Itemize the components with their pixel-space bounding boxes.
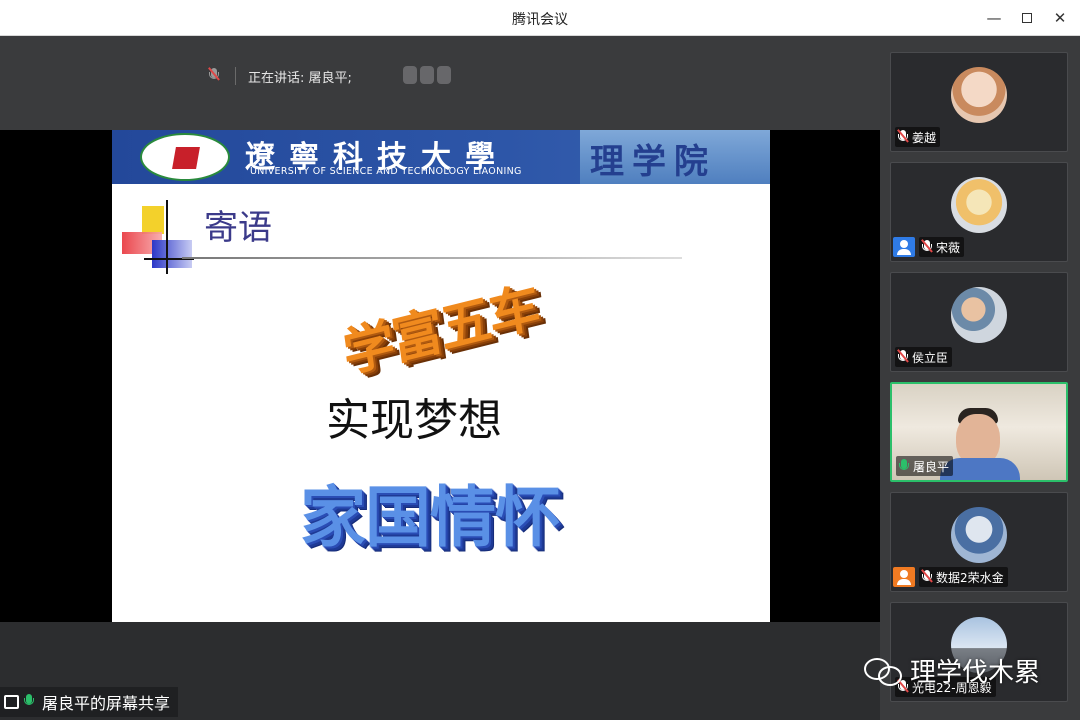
mic-muted-icon xyxy=(921,239,933,255)
close-button[interactable]: ✕ xyxy=(1048,6,1072,30)
mic-active-icon xyxy=(23,693,37,711)
screen-share-icon xyxy=(4,695,19,709)
avatar xyxy=(951,507,1007,563)
divider xyxy=(235,67,236,85)
share-label-bar: 屠良平的屏幕共享 xyxy=(0,687,179,717)
maximize-button[interactable] xyxy=(1015,6,1039,30)
top-strip: 正在讲话: 屠良平; xyxy=(0,36,880,130)
mic-active-icon xyxy=(898,458,910,474)
speaking-indicator: 正在讲话: 屠良平; xyxy=(205,64,352,88)
mic-muted-icon xyxy=(897,349,909,365)
wordart-line-1: 学富五车 xyxy=(339,276,543,386)
university-seal-logo xyxy=(140,133,230,181)
wechat-watermark: 理学伐木累 xyxy=(862,652,1040,689)
participant-nameplate: 屠良平 xyxy=(896,456,954,476)
decorative-squares xyxy=(120,200,200,280)
participant-tile[interactable]: 姜越 xyxy=(890,52,1068,152)
participant-panel: 姜越 宋薇 侯立臣 屠良平 数据2荣水金 光电22-周恩毅 xyxy=(880,36,1080,720)
watermark-text: 理学伐木累 xyxy=(910,658,1041,688)
participant-name: 侯立臣 xyxy=(912,350,949,365)
university-banner: 遼寧科技大學 UNIVERSITY OF SCIENCE AND TECHNOL… xyxy=(112,130,770,184)
slide-line-2: 实现梦想 xyxy=(326,395,502,446)
mic-muted-icon xyxy=(921,569,933,585)
participant-nameplate: 侯立臣 xyxy=(895,347,953,367)
window-title: 腾讯会议 xyxy=(512,12,568,28)
participant-name: 姜越 xyxy=(912,130,937,145)
participant-name: 宋薇 xyxy=(936,240,961,255)
participant-nameplate: 姜越 xyxy=(895,127,941,147)
mic-muted-icon xyxy=(897,129,909,145)
undo-icon[interactable] xyxy=(437,66,451,84)
participant-name: 屠良平 xyxy=(913,459,950,474)
avatar xyxy=(951,177,1007,233)
banner-english-title: UNIVERSITY OF SCIENCE AND TECHNOLOGY LIA… xyxy=(250,166,522,177)
participant-nameplate: 宋薇 xyxy=(919,237,965,257)
heading-rule xyxy=(182,257,682,259)
eraser-icon[interactable] xyxy=(420,66,434,84)
avatar xyxy=(951,287,1007,343)
user-icon xyxy=(893,237,915,257)
speaking-label: 正在讲话: 屠良平; xyxy=(248,70,352,86)
participant-nameplate: 数据2荣水金 xyxy=(919,567,1008,587)
share-label: 屠良平的屏幕共享 xyxy=(42,694,171,713)
participant-tile-active[interactable]: 屠良平 xyxy=(890,382,1068,482)
user-icon xyxy=(893,567,915,587)
participant-tile[interactable]: 宋薇 xyxy=(890,162,1068,262)
mic-muted-icon xyxy=(205,67,223,85)
participant-tile[interactable]: 数据2荣水金 xyxy=(890,492,1068,592)
participant-tile[interactable]: 侯立臣 xyxy=(890,272,1068,372)
avatar xyxy=(951,67,1007,123)
pen-icon[interactable] xyxy=(403,66,417,84)
school-name-block: 理学院 xyxy=(580,130,770,184)
slide-heading: 寄语 xyxy=(204,208,272,248)
annotation-toolbar[interactable] xyxy=(403,66,463,88)
school-name: 理学院 xyxy=(590,142,716,182)
wordart-line-3: 家国情怀 xyxy=(300,479,561,556)
presentation-slide: 遼寧科技大學 UNIVERSITY OF SCIENCE AND TECHNOL… xyxy=(112,130,770,622)
maximize-icon xyxy=(1022,13,1032,23)
minimize-button[interactable]: — xyxy=(982,6,1006,30)
participant-name: 数据2荣水金 xyxy=(936,570,1004,585)
wechat-icon xyxy=(862,656,902,686)
title-bar: 腾讯会议 — ✕ xyxy=(0,0,1080,36)
